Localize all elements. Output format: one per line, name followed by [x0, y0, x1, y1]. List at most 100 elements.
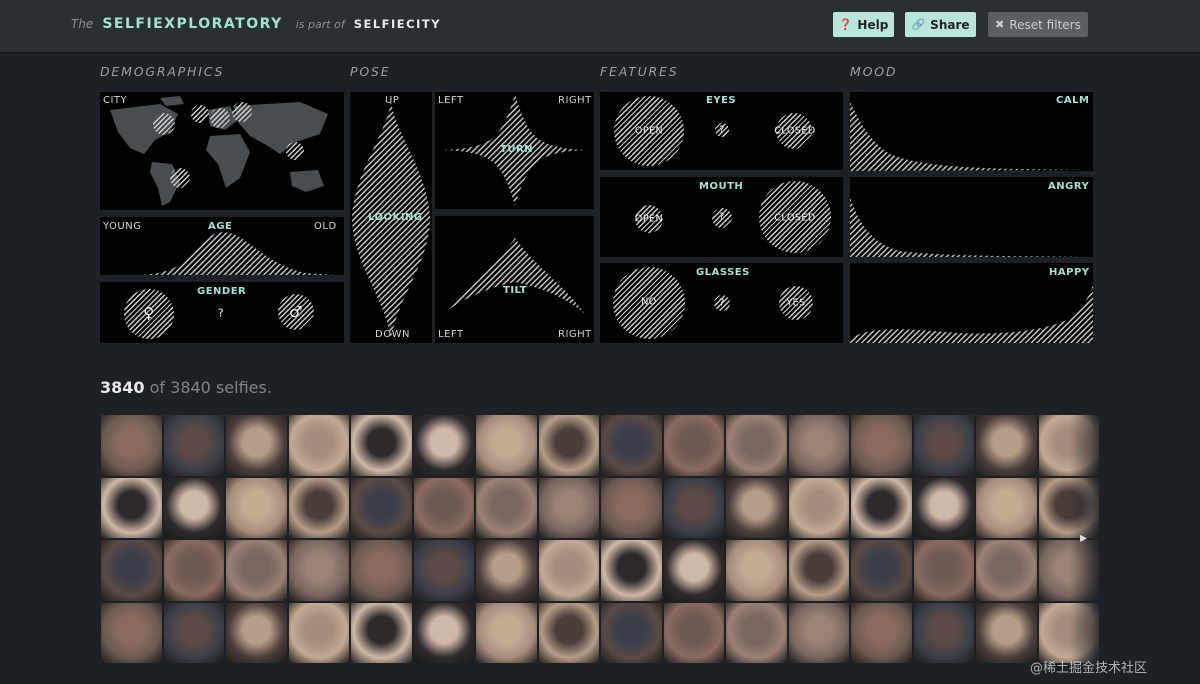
city-label: CITY	[103, 95, 128, 106]
selfie-thumbnail[interactable]	[287, 414, 350, 477]
city-bubble[interactable]	[286, 142, 304, 160]
selfie-thumbnail[interactable]	[725, 601, 788, 664]
selfie-thumbnail[interactable]	[100, 601, 163, 664]
selfie-thumbnail[interactable]	[850, 414, 913, 477]
selfie-thumbnail[interactable]	[662, 601, 725, 664]
selfie-thumbnail[interactable]	[475, 414, 538, 477]
selfie-thumbnail[interactable]	[537, 414, 600, 477]
selfie-thumbnail[interactable]	[725, 414, 788, 477]
selfie-thumbnail[interactable]	[412, 601, 475, 664]
city-bubble[interactable]	[191, 105, 209, 123]
happy-filter-panel[interactable]: HAPPY	[850, 263, 1093, 343]
selfie-thumbnail[interactable]	[662, 476, 725, 539]
selfie-thumbnail[interactable]	[725, 476, 788, 539]
selfie-thumbnail[interactable]	[975, 539, 1038, 602]
selfie-thumbnail[interactable]	[787, 601, 850, 664]
tilt-distribution-chart[interactable]	[435, 216, 594, 343]
city-bubble[interactable]	[153, 113, 175, 135]
selfie-thumbnail[interactable]	[850, 601, 913, 664]
selfie-thumbnail[interactable]	[600, 539, 663, 602]
selfie-thumbnail[interactable]	[287, 476, 350, 539]
header-bar: The SELFIEXPLORATORY is part of SELFIECI…	[0, 0, 1200, 53]
tilt-filter-panel[interactable]: TILT LEFT RIGHT	[435, 216, 594, 343]
mouth-unknown-label: ?	[719, 211, 725, 223]
selfie-thumbnail[interactable]	[475, 601, 538, 664]
selfie-thumbnail[interactable]	[725, 539, 788, 602]
selfie-thumbnail[interactable]	[662, 414, 725, 477]
selfie-thumbnail[interactable]	[287, 601, 350, 664]
brand: The SELFIEXPLORATORY is part of SELFIECI…	[71, 16, 441, 36]
selfie-thumbnail[interactable]	[162, 414, 225, 477]
selfie-thumbnail[interactable]	[975, 601, 1038, 664]
selfie-thumbnail[interactable]	[975, 476, 1038, 539]
selfie-thumbnail[interactable]	[537, 601, 600, 664]
selfie-thumbnail[interactable]	[787, 539, 850, 602]
selfie-thumbnail[interactable]	[850, 539, 913, 602]
city-bubble[interactable]	[210, 108, 230, 128]
gallery-scroll-fade: ▸	[1070, 414, 1100, 664]
selfie-thumbnail[interactable]	[350, 414, 413, 477]
selfie-thumbnail[interactable]	[350, 539, 413, 602]
pose-down-label: DOWN	[375, 329, 410, 340]
gender-filter-panel: GENDER ♀ ? ♂	[100, 282, 344, 343]
looking-filter-panel[interactable]: UP LOOKING DOWN	[350, 92, 432, 343]
selfie-thumbnail[interactable]	[537, 476, 600, 539]
selfie-thumbnail[interactable]	[600, 414, 663, 477]
selfie-thumbnail[interactable]	[225, 601, 288, 664]
selfie-thumbnail[interactable]	[662, 539, 725, 602]
selfie-thumbnail[interactable]	[162, 601, 225, 664]
turn-filter-panel[interactable]: LEFT RIGHT TURN	[435, 92, 594, 209]
selfie-thumbnail[interactable]	[100, 414, 163, 477]
selfie-thumbnail[interactable]	[787, 476, 850, 539]
share-button[interactable]: 🔗 Share	[905, 12, 976, 37]
selfie-thumbnail[interactable]	[600, 476, 663, 539]
calm-filter-panel[interactable]: CALM	[850, 92, 1093, 171]
selfie-thumbnail[interactable]	[537, 539, 600, 602]
app-title[interactable]: SELFIEXPLORATORY	[102, 16, 282, 32]
chevron-right-icon[interactable]: ▸	[1080, 530, 1087, 546]
selfie-thumbnail[interactable]	[225, 476, 288, 539]
selfie-thumbnail[interactable]	[912, 414, 975, 477]
female-icon: ♀	[143, 304, 155, 322]
selfie-thumbnail[interactable]	[600, 601, 663, 664]
selfie-thumbnail[interactable]	[412, 539, 475, 602]
selfie-thumbnail[interactable]	[350, 476, 413, 539]
gender-unknown-label[interactable]: ?	[218, 307, 224, 320]
selfie-thumbnail[interactable]	[787, 414, 850, 477]
city-filter-panel[interactable]: CITY	[100, 92, 344, 210]
selfie-gallery[interactable]	[100, 414, 1100, 664]
eyes-filter-panel: EYES OPEN ? CLOSED	[600, 92, 843, 170]
selfie-thumbnail[interactable]	[100, 539, 163, 602]
age-filter-panel[interactable]: YOUNG AGE OLD	[100, 217, 344, 275]
site-link[interactable]: SELFIECITY	[354, 17, 441, 31]
age-max-label: OLD	[314, 221, 337, 232]
selfie-thumbnail[interactable]	[162, 476, 225, 539]
mouth-open-label: OPEN	[634, 213, 664, 225]
glasses-no-label: NO	[641, 296, 657, 308]
city-bubble[interactable]	[232, 102, 252, 122]
reset-filters-button[interactable]: ✖ Reset filters	[988, 12, 1088, 37]
selfie-thumbnail[interactable]	[350, 601, 413, 664]
selfie-thumbnail[interactable]	[475, 476, 538, 539]
selfie-thumbnail[interactable]	[412, 476, 475, 539]
selfie-thumbnail[interactable]	[912, 476, 975, 539]
selfie-thumbnail[interactable]	[100, 476, 163, 539]
help-button[interactable]: ❓ Help	[833, 12, 894, 37]
selfie-thumbnail[interactable]	[287, 539, 350, 602]
city-bubble[interactable]	[170, 168, 190, 188]
section-mood: MOOD	[850, 64, 898, 79]
selfie-thumbnail[interactable]	[225, 414, 288, 477]
gender-label: GENDER	[197, 286, 247, 297]
help-label: Help	[857, 17, 889, 32]
happy-label: HAPPY	[1049, 267, 1090, 278]
selfie-thumbnail[interactable]	[975, 414, 1038, 477]
selfie-thumbnail[interactable]	[912, 601, 975, 664]
selfie-thumbnail[interactable]	[162, 539, 225, 602]
selfie-thumbnail[interactable]	[475, 539, 538, 602]
selfie-thumbnail[interactable]	[225, 539, 288, 602]
selfie-thumbnail[interactable]	[912, 539, 975, 602]
selfie-thumbnail[interactable]	[850, 476, 913, 539]
question-circle-icon: ❓	[838, 18, 853, 31]
selfie-thumbnail[interactable]	[412, 414, 475, 477]
angry-filter-panel[interactable]: ANGRY	[850, 177, 1093, 257]
